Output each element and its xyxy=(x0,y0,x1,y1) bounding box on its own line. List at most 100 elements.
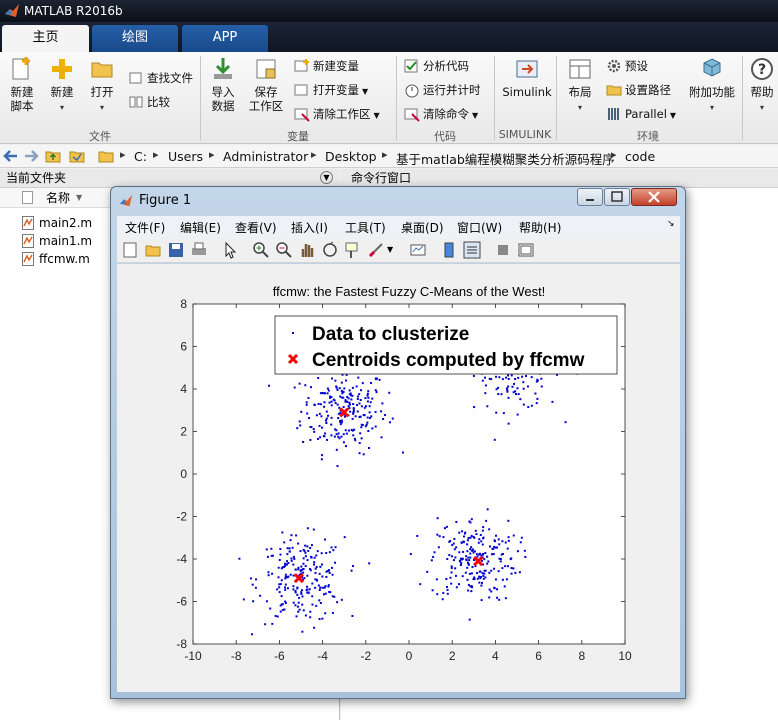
run-and-time-button[interactable]: 运行并计时 xyxy=(404,80,481,100)
data-point xyxy=(378,378,381,381)
tab-home[interactable]: 主页 xyxy=(2,25,89,52)
breadcrumb-code[interactable]: code xyxy=(625,149,655,164)
close-button[interactable] xyxy=(631,188,677,206)
print-icon[interactable] xyxy=(190,241,208,259)
data-point xyxy=(300,592,303,595)
new-variable-button[interactable]: 新建变量 xyxy=(294,56,359,76)
new-script-button[interactable]: 新建 脚本 xyxy=(4,56,40,113)
data-point xyxy=(311,595,314,598)
preferences-button[interactable]: 预设 xyxy=(606,56,648,76)
save-icon[interactable] xyxy=(167,241,185,259)
breadcrumb-project-folder[interactable]: 基于matlab编程模糊聚类分析源码程序 xyxy=(396,149,615,168)
x-tick-label: 2 xyxy=(449,649,456,663)
data-point xyxy=(319,565,322,568)
open-variable-button[interactable]: 打开变量 ▼ xyxy=(294,80,368,100)
open-file-icon[interactable] xyxy=(144,241,162,259)
data-point xyxy=(358,415,361,418)
data-point xyxy=(493,587,496,590)
breadcrumb-drive[interactable]: C: xyxy=(134,149,147,164)
breadcrumb-desktop[interactable]: Desktop xyxy=(325,149,377,164)
data-point xyxy=(496,546,499,549)
data-cursor-icon[interactable] xyxy=(344,241,362,259)
data-point xyxy=(299,424,302,427)
zoom-out-icon[interactable] xyxy=(275,241,293,259)
maximize-icon xyxy=(611,191,623,202)
up-folder-icon[interactable] xyxy=(45,148,61,164)
clear-commands-button[interactable]: 清除命令 ▼ xyxy=(404,104,478,124)
compare-button[interactable]: 比较 xyxy=(128,92,170,112)
menu-help[interactable]: 帮助(H) xyxy=(519,219,561,236)
data-point xyxy=(286,576,289,579)
data-point xyxy=(523,549,526,552)
menu-window[interactable]: 窗口(W) xyxy=(457,219,502,236)
file-item-main2[interactable]: main2.m xyxy=(22,214,92,232)
tab-apps[interactable]: APP xyxy=(182,25,268,52)
rotate-3d-icon[interactable] xyxy=(321,241,339,259)
help-button[interactable]: ? 帮助 ▾ xyxy=(746,56,778,115)
data-point xyxy=(251,633,254,636)
open-button[interactable]: 打开 ▾ xyxy=(84,56,120,115)
data-point xyxy=(334,402,337,405)
pan-hand-icon[interactable] xyxy=(298,241,316,259)
menu-insert[interactable]: 插入(I) xyxy=(291,219,328,236)
insert-colorbar-icon[interactable] xyxy=(440,241,458,259)
addons-button[interactable]: 附加功能 ▾ xyxy=(686,56,738,115)
panel-menu-icon[interactable]: ▼ xyxy=(320,171,333,184)
data-point xyxy=(336,601,339,604)
data-point xyxy=(476,572,479,575)
menu-dock-icon[interactable]: ↘ xyxy=(667,219,675,229)
data-point xyxy=(467,556,470,559)
scatter-plot[interactable]: -10 -8 -6 -4 -2 0 2 4 6 8 10-8-6-4-202468ffcmw: th… xyxy=(117,264,680,692)
file-item-main1[interactable]: main1.m xyxy=(22,232,92,250)
insert-legend-icon[interactable] xyxy=(463,241,481,259)
breadcrumb-users[interactable]: Users xyxy=(168,149,203,164)
parallel-button[interactable]: Parallel ▼ xyxy=(606,104,676,124)
layout-button[interactable]: 布局 ▾ xyxy=(562,56,598,115)
breadcrumb-administrator[interactable]: Administrator xyxy=(223,149,308,164)
data-point xyxy=(514,571,517,574)
analyze-code-button[interactable]: 分析代码 xyxy=(404,56,469,76)
data-point xyxy=(484,384,487,387)
back-arrow-icon[interactable] xyxy=(3,148,19,164)
data-point xyxy=(469,536,472,539)
menu-view[interactable]: 查看(V) xyxy=(235,219,277,236)
hide-plot-tools-icon[interactable] xyxy=(494,241,512,259)
figure-canvas[interactable]: -10 -8 -6 -4 -2 0 2 4 6 8 10 -8 -6 -4 -2 0 2 4 6 8 ffcmw: th… xyxy=(117,264,680,692)
show-plot-tools-icon[interactable] xyxy=(517,241,535,259)
menu-file[interactable]: 文件(F) xyxy=(125,219,165,236)
new-figure-icon[interactable] xyxy=(121,241,139,259)
tab-plots[interactable]: 绘图 xyxy=(92,25,178,52)
menu-desktop[interactable]: 桌面(D) xyxy=(401,219,444,236)
brush-icon[interactable] xyxy=(367,241,385,259)
data-point xyxy=(283,608,286,611)
save-workspace-button[interactable]: 保存 工作区 xyxy=(246,56,286,113)
browse-folder-icon[interactable] xyxy=(69,148,85,164)
forward-arrow-icon[interactable] xyxy=(23,148,39,164)
maximize-button[interactable] xyxy=(604,188,630,206)
data-point xyxy=(364,405,367,408)
set-path-button[interactable]: 设置路径 xyxy=(606,80,671,100)
menu-tools[interactable]: 工具(T) xyxy=(345,219,386,236)
simulink-button[interactable]: Simulink xyxy=(500,56,554,99)
data-point xyxy=(320,458,323,461)
pointer-icon[interactable] xyxy=(221,241,239,259)
data-point xyxy=(242,598,245,601)
figure-window[interactable]: Figure 1 文件(F) 编辑(E) 查看(V) 插入(I) 工具(T) 桌… xyxy=(110,186,686,699)
menu-edit[interactable]: 编辑(E) xyxy=(180,219,221,236)
data-point xyxy=(280,595,283,598)
minimize-button[interactable] xyxy=(577,188,603,206)
data-point xyxy=(467,537,470,540)
data-point xyxy=(336,403,339,406)
file-item-ffcmw[interactable]: ffcmw.m xyxy=(22,250,90,268)
import-data-button[interactable]: 导入 数据 xyxy=(206,56,240,113)
data-point xyxy=(461,557,464,560)
data-point xyxy=(472,374,475,377)
zoom-in-icon[interactable] xyxy=(252,241,270,259)
run-and-time-icon xyxy=(405,84,419,98)
link-plot-icon[interactable] xyxy=(409,241,427,259)
new-button[interactable]: 新建 ▾ xyxy=(44,56,80,115)
data-point xyxy=(466,539,469,542)
chevron-down-icon[interactable]: ▼ xyxy=(387,241,405,259)
clear-workspace-button[interactable]: 清除工作区 ▼ xyxy=(294,104,380,124)
find-files-button[interactable]: 查找文件 xyxy=(128,68,193,88)
